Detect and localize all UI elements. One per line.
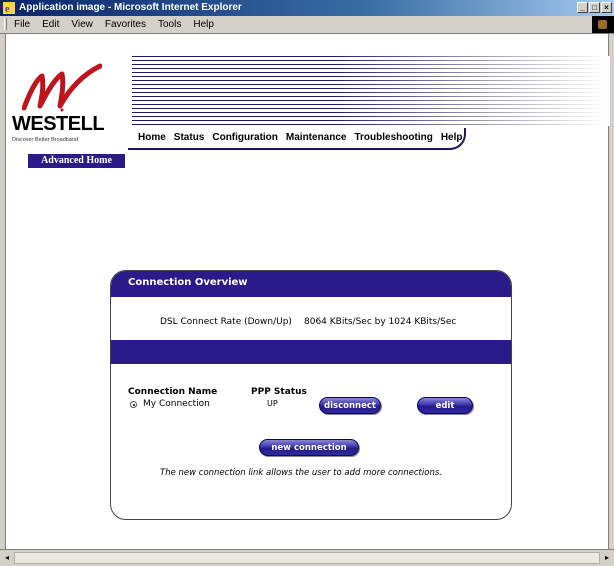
header-stripes xyxy=(132,56,610,126)
window-left-border xyxy=(0,34,6,549)
scroll-track[interactable] xyxy=(14,552,600,564)
connection-radio[interactable] xyxy=(130,401,137,408)
new-connection-button[interactable]: new connection xyxy=(259,439,359,456)
disconnect-button[interactable]: disconnect xyxy=(319,397,381,414)
svg-text:e: e xyxy=(5,4,10,14)
window-titlebar: e Application image - Microsoft Internet… xyxy=(0,0,614,16)
menu-edit[interactable]: Edit xyxy=(42,16,59,33)
main-nav: Home Status Configuration Maintenance Tr… xyxy=(138,132,462,143)
ppp-status-value: UP xyxy=(267,399,278,408)
close-button[interactable]: × xyxy=(601,2,612,13)
nav-configuration[interactable]: Configuration xyxy=(212,132,278,143)
westell-logo-text: WESTELL xyxy=(12,113,105,135)
toolbar-grip xyxy=(4,18,7,30)
advanced-home-label: Advanced Home xyxy=(28,154,125,168)
dsl-rate-label: DSL Connect Rate (Down/Up) xyxy=(160,317,292,327)
nav-home[interactable]: Home xyxy=(138,132,166,143)
menu-tools[interactable]: Tools xyxy=(158,16,181,33)
column-header-connection-name: Connection Name xyxy=(128,387,218,397)
nav-troubleshooting[interactable]: Troubleshooting xyxy=(354,132,432,143)
windows-logo-icon xyxy=(592,16,614,33)
window-controls: _ □ × xyxy=(577,2,612,13)
horizontal-scrollbar[interactable]: ◂ ▸ xyxy=(0,549,614,566)
panel-divider-bar xyxy=(111,340,511,364)
new-connection-note: The new connection link allows the user … xyxy=(160,468,442,478)
ie-icon: e xyxy=(3,2,15,14)
panel-header: Connection Overview xyxy=(111,271,511,297)
menu-favorites[interactable]: Favorites xyxy=(105,16,146,33)
nav-help[interactable]: Help xyxy=(441,132,463,143)
window-title: Application image - Microsoft Internet E… xyxy=(19,2,242,13)
menu-file[interactable]: File xyxy=(14,16,30,33)
logo-tagline: Discover Better Broadband xyxy=(12,137,79,143)
dsl-rate-value: 8064 KBits/Sec by 1024 KBits/Sec xyxy=(304,317,457,327)
nav-status[interactable]: Status xyxy=(174,132,205,143)
minimize-button[interactable]: _ xyxy=(577,2,588,13)
menu-bar: File Edit View Favorites Tools Help xyxy=(0,16,614,34)
connection-name: My Connection xyxy=(143,399,210,409)
edit-button[interactable]: edit xyxy=(417,397,473,414)
scroll-right-arrow-icon[interactable]: ▸ xyxy=(601,552,613,564)
maximize-button[interactable]: □ xyxy=(589,2,600,13)
menu-view[interactable]: View xyxy=(71,16,93,33)
westell-logo-icon xyxy=(22,63,102,112)
menu-help[interactable]: Help xyxy=(193,16,214,33)
nav-maintenance[interactable]: Maintenance xyxy=(286,132,347,143)
panel-title: Connection Overview xyxy=(128,277,248,288)
scroll-left-arrow-icon[interactable]: ◂ xyxy=(1,552,13,564)
connection-overview-panel: Connection Overview DSL Connect Rate (Do… xyxy=(110,270,512,520)
column-header-ppp-status: PPP Status xyxy=(251,387,307,397)
